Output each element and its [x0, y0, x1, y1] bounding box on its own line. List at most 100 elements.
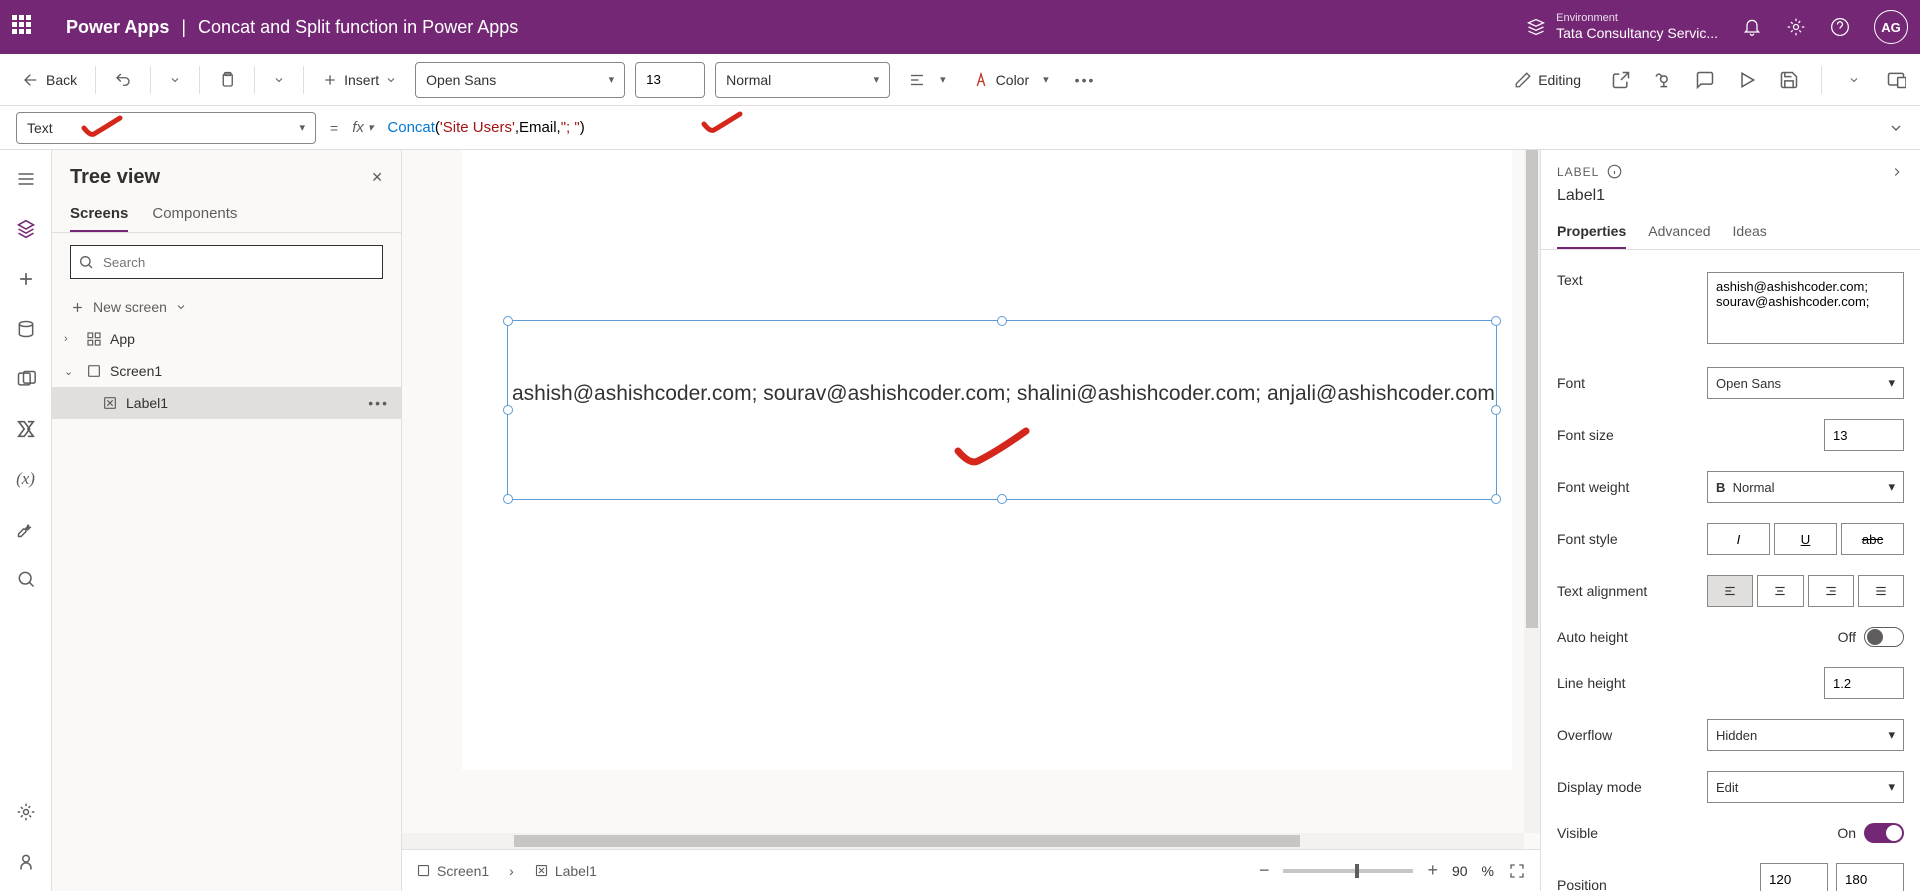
collapse-props-icon[interactable]	[1890, 165, 1904, 179]
more-button[interactable]: •••	[1067, 66, 1104, 94]
tools-icon[interactable]	[15, 518, 37, 540]
tab-ideas[interactable]: Ideas	[1733, 215, 1767, 249]
new-screen-button[interactable]: New screen	[52, 291, 401, 323]
rail-settings-icon[interactable]	[15, 801, 37, 823]
info-icon[interactable]	[1607, 164, 1622, 179]
search-rail-icon[interactable]	[15, 568, 37, 590]
formula-input[interactable]: Concat('Site Users', Email,"; ")	[387, 119, 584, 136]
zoom-out-button[interactable]: −	[1259, 860, 1270, 881]
back-button[interactable]: Back	[14, 65, 85, 95]
fit-screen-icon[interactable]	[1508, 862, 1526, 880]
insert-rail-icon[interactable]	[15, 268, 37, 290]
zoom-in-button[interactable]: +	[1427, 860, 1438, 881]
insert-button[interactable]: Insert	[314, 66, 405, 94]
align-button[interactable]: ▾	[900, 65, 954, 95]
visible-toggle[interactable]	[1864, 823, 1904, 843]
tree-item-screen1[interactable]: ⌄ Screen1	[52, 355, 401, 387]
align-icon	[908, 71, 926, 89]
color-button[interactable]: Color ▾	[964, 65, 1057, 95]
align-center-button[interactable]	[1757, 575, 1803, 607]
resize-handle[interactable]	[503, 405, 513, 415]
power-automate-icon[interactable]	[15, 418, 37, 440]
pos-y-input[interactable]	[1836, 863, 1904, 891]
chevron-down-icon	[385, 74, 397, 86]
resize-handle[interactable]	[503, 494, 513, 504]
font-size-input[interactable]	[635, 62, 705, 98]
tab-screens[interactable]: Screens	[70, 197, 128, 232]
resize-handle[interactable]	[503, 316, 513, 326]
align-left-button[interactable]	[1707, 575, 1753, 607]
resize-handle[interactable]	[997, 316, 1007, 326]
tree-item-label1[interactable]: Label1 •••	[52, 387, 401, 419]
prop-displaymode-select[interactable]: Edit▾	[1707, 771, 1904, 803]
tree-search-input[interactable]	[70, 245, 383, 279]
undo-button[interactable]	[106, 65, 140, 95]
settings-icon[interactable]	[1786, 17, 1806, 37]
tab-advanced[interactable]: Advanced	[1648, 215, 1710, 249]
environment-picker[interactable]: Environment Tata Consultancy Servic...	[1526, 12, 1718, 42]
prop-overflow-select[interactable]: Hidden▾	[1707, 719, 1904, 751]
italic-button[interactable]: I	[1707, 523, 1770, 555]
breadcrumb-control[interactable]: Label1	[534, 863, 597, 879]
user-avatar[interactable]: AG	[1874, 10, 1908, 44]
close-tree-icon[interactable]: ✕	[371, 169, 383, 186]
tree-item-more-icon[interactable]: •••	[368, 395, 389, 411]
undo-dropdown[interactable]	[161, 68, 189, 92]
back-label: Back	[46, 72, 77, 88]
resize-handle[interactable]	[997, 494, 1007, 504]
prop-fontsize-input[interactable]	[1824, 419, 1904, 451]
align-justify-button[interactable]	[1858, 575, 1904, 607]
divider	[199, 66, 200, 94]
autoheight-toggle[interactable]	[1864, 627, 1904, 647]
control-type: LABEL	[1557, 165, 1599, 179]
media-rail-icon[interactable]	[15, 368, 37, 390]
tree-view-icon[interactable]	[15, 218, 37, 240]
app-launcher-icon[interactable]	[12, 15, 36, 39]
strike-button[interactable]: abc	[1841, 523, 1904, 555]
zoom-slider[interactable]	[1283, 869, 1413, 873]
app-header: Power Apps | Concat and Split function i…	[0, 0, 1920, 54]
prop-lineheight-input[interactable]	[1824, 667, 1904, 699]
prop-overflow-label: Overflow	[1557, 727, 1697, 743]
notifications-icon[interactable]	[1742, 17, 1762, 37]
save-icon[interactable]	[1779, 70, 1799, 90]
paste-button[interactable]	[210, 65, 244, 95]
prop-fontweight-select[interactable]: B Normal▾	[1707, 471, 1904, 503]
resize-handle[interactable]	[1491, 405, 1501, 415]
tree-item-app[interactable]: › App	[52, 323, 401, 355]
font-family-select[interactable]: Open Sans ▾	[415, 62, 625, 98]
hamburger-icon[interactable]	[15, 168, 37, 190]
resize-handle[interactable]	[1491, 494, 1501, 504]
selected-control-label1[interactable]	[507, 320, 1497, 500]
virtual-agent-icon[interactable]	[15, 851, 37, 873]
preview-icon[interactable]	[1737, 70, 1757, 90]
divider	[150, 66, 151, 94]
tab-components[interactable]: Components	[152, 197, 237, 232]
save-dropdown[interactable]	[1844, 70, 1864, 90]
variables-icon[interactable]: (x)	[15, 468, 37, 490]
fx-button[interactable]: fx ▾	[352, 119, 373, 136]
prop-font-select[interactable]: Open Sans▾	[1707, 367, 1904, 399]
share-icon[interactable]	[1611, 70, 1631, 90]
underline-button[interactable]: U	[1774, 523, 1837, 555]
tab-properties[interactable]: Properties	[1557, 215, 1626, 249]
pos-x-input[interactable]	[1760, 863, 1828, 891]
publish-icon[interactable]	[1886, 70, 1906, 90]
expand-formula-icon[interactable]	[1888, 120, 1904, 136]
align-right-button[interactable]	[1808, 575, 1854, 607]
paste-dropdown[interactable]	[265, 68, 293, 92]
canvas-scrollbar-horizontal[interactable]	[402, 833, 1524, 849]
help-icon[interactable]	[1830, 17, 1850, 37]
data-rail-icon[interactable]	[15, 318, 37, 340]
canvas-scrollbar-vertical[interactable]	[1524, 150, 1540, 833]
app-checker-icon[interactable]	[1653, 70, 1673, 90]
canvas[interactable]: ashish@ashishcoder.com; sourav@ashishcod…	[402, 150, 1540, 849]
resize-handle[interactable]	[1491, 316, 1501, 326]
property-selector[interactable]: Text ▾	[16, 112, 316, 144]
font-weight-select[interactable]: Normal ▾	[715, 62, 890, 98]
comments-icon[interactable]	[1695, 70, 1715, 90]
editing-label: Editing	[1538, 72, 1581, 88]
editing-mode-button[interactable]: Editing	[1506, 65, 1589, 95]
prop-text-input[interactable]	[1707, 272, 1904, 344]
breadcrumb-screen[interactable]: Screen1	[416, 863, 489, 879]
